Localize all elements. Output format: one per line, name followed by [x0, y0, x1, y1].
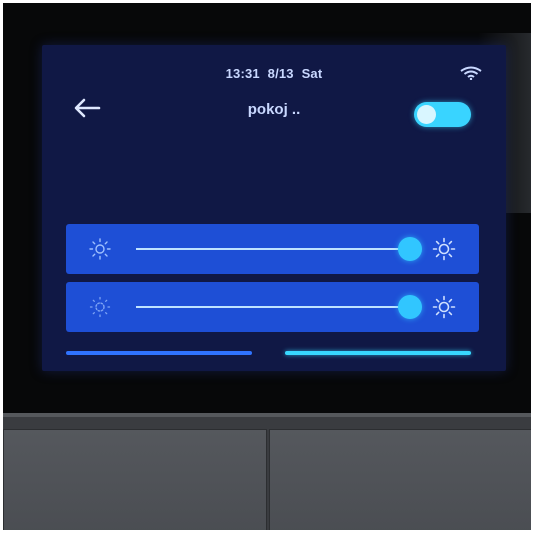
page-indicator-1[interactable] [66, 351, 252, 355]
slider-thumb[interactable] [397, 295, 422, 319]
slider-thumb[interactable] [397, 237, 422, 261]
wifi-icon [460, 66, 482, 80]
slider-fill [136, 248, 410, 250]
page-indicator-2[interactable] [285, 351, 471, 355]
brightness-high-icon [432, 295, 456, 319]
slider-track[interactable] [136, 237, 422, 261]
status-weekday: Sat [301, 66, 323, 81]
brightness-low-icon [89, 238, 111, 260]
toggle-knob [417, 105, 436, 124]
touch-screen: 13:31 8/13 Sat pokoj .. [42, 45, 506, 371]
color-temperature-slider-card [66, 282, 479, 332]
slider-fill [136, 306, 410, 308]
status-bar: 13:31 8/13 Sat [42, 66, 506, 81]
physical-button-right[interactable] [269, 429, 531, 530]
status-time: 13:31 [225, 66, 260, 81]
physical-button-left[interactable] [3, 429, 267, 530]
brightness-low-icon [89, 296, 111, 318]
slider-track[interactable] [136, 295, 422, 319]
brightness-high-icon [432, 237, 456, 261]
device-photo: 13:31 8/13 Sat pokoj .. [3, 3, 531, 530]
brightness-slider-card [66, 224, 479, 274]
status-date: 8/13 [267, 66, 294, 81]
wall-switch-frame [3, 413, 531, 530]
power-toggle[interactable] [414, 102, 471, 127]
